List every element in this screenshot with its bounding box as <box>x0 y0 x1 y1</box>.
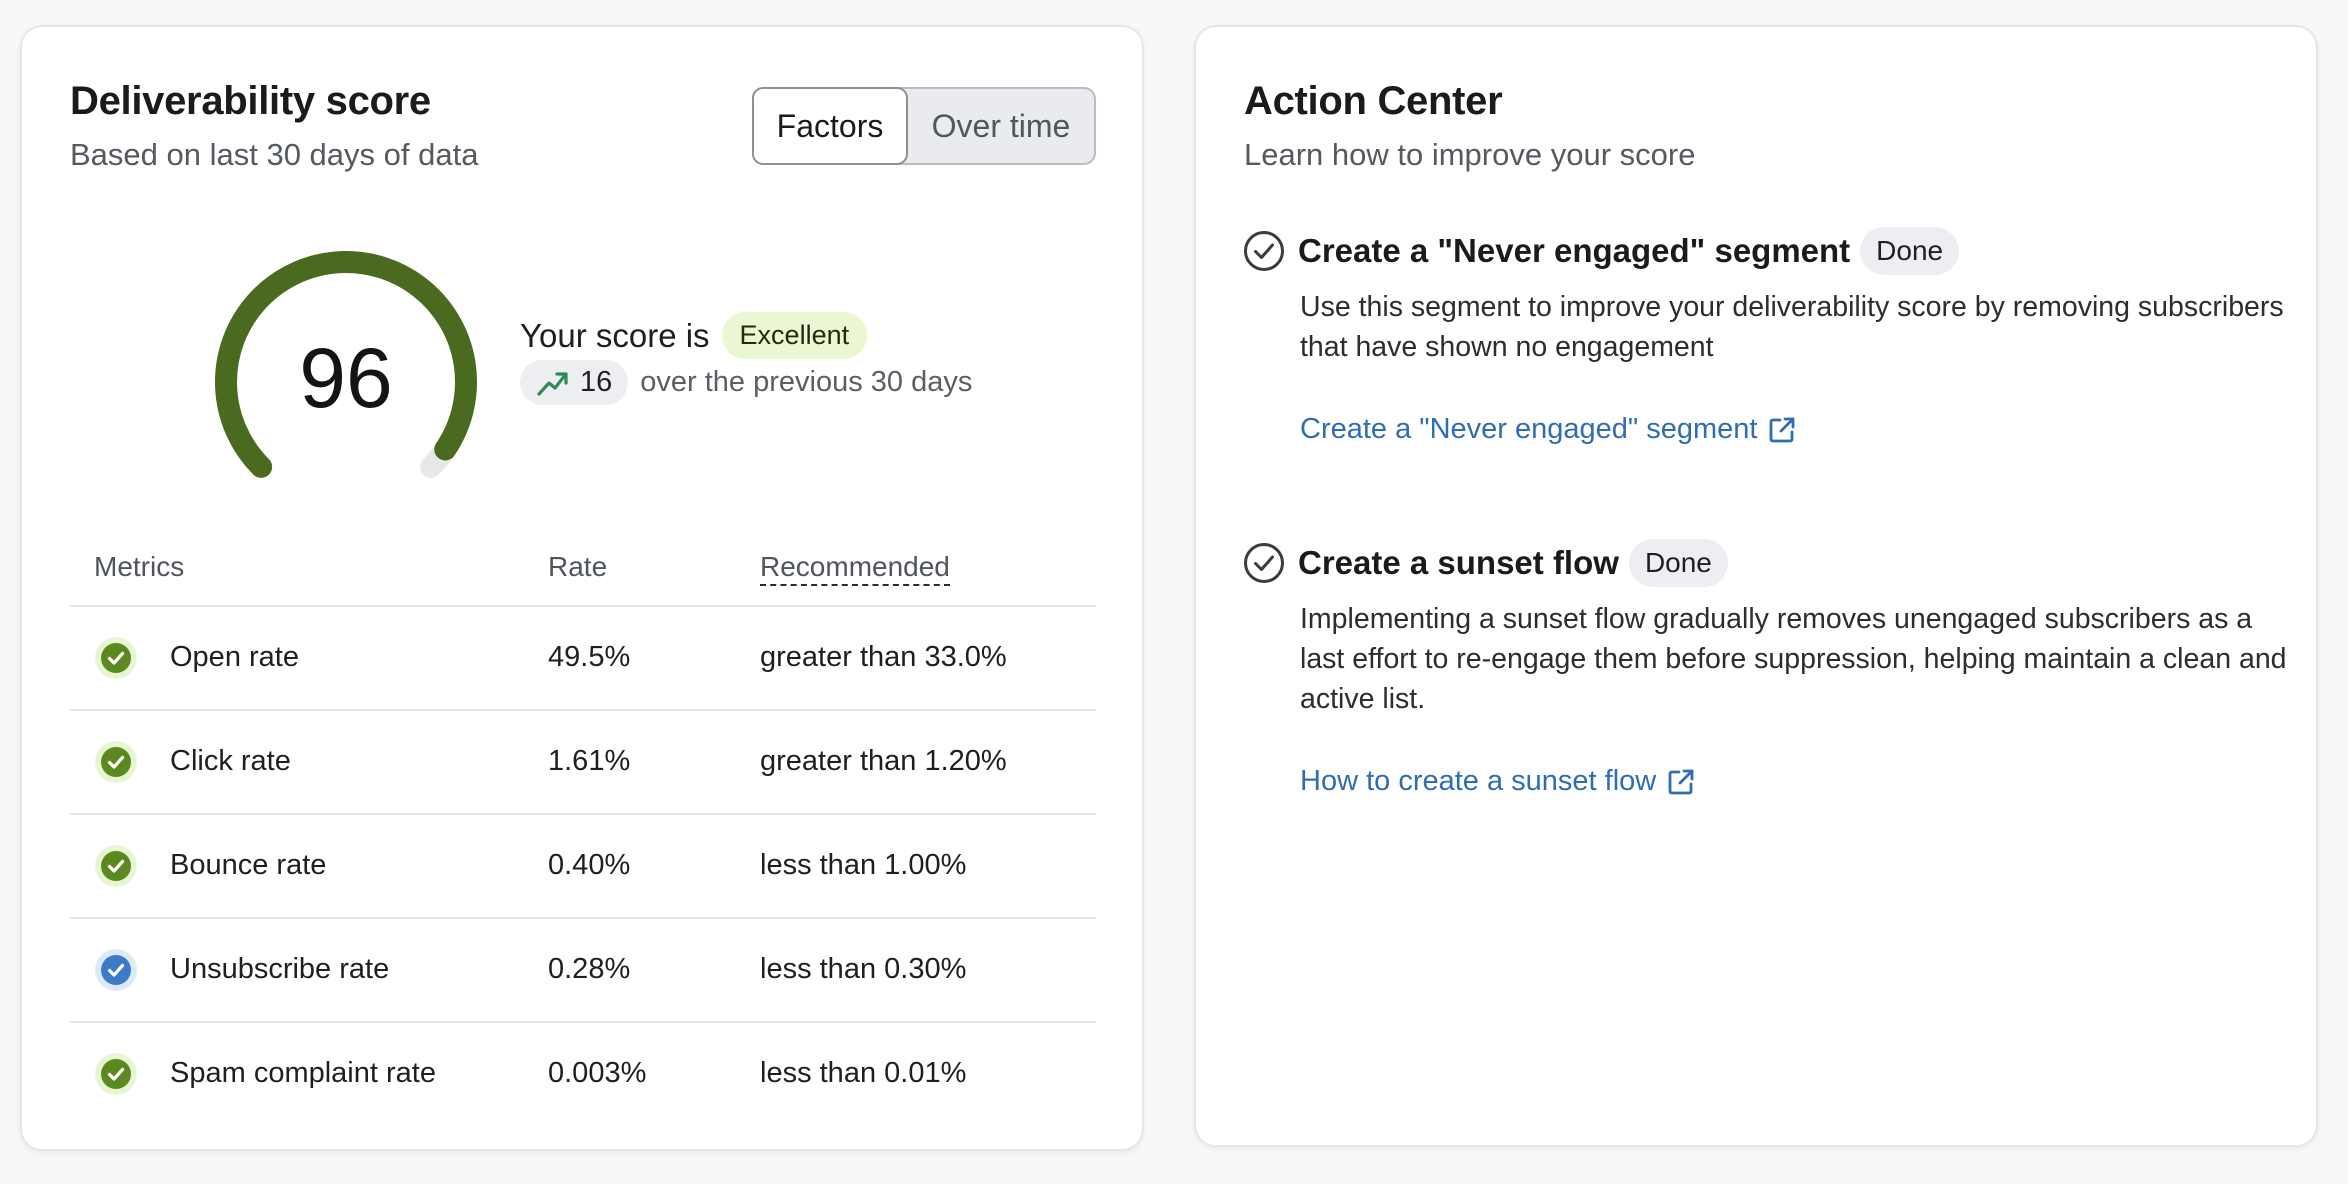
deliverability-subtitle: Based on last 30 days of data <box>70 137 479 172</box>
trend-text: over the previous 30 days <box>640 366 973 398</box>
metric-rate: 1.61% <box>548 745 631 777</box>
metric-recommended: less than 0.30% <box>760 953 967 985</box>
action-item-link-label[interactable]: How to create a sunset flow <box>1300 765 1656 798</box>
check-circle-outline-icon <box>1244 231 1284 271</box>
metric-name: Unsubscribe rate <box>170 953 390 985</box>
action-item-description: Implementing a sunset flow gradually rem… <box>1300 603 2287 715</box>
header-rate: Rate <box>548 551 608 582</box>
deliverability-title: Deliverability score <box>70 79 431 123</box>
check-circle-icon <box>95 741 137 783</box>
trend-change: 16 <box>580 366 613 398</box>
action-item-title: Create a sunset flow <box>1298 544 1619 581</box>
external-link-icon[interactable] <box>1767 415 1797 445</box>
external-link-icon[interactable] <box>1666 767 1696 797</box>
score-trend: 16 over the previous 30 days <box>520 360 972 405</box>
metric-name: Open rate <box>170 641 299 673</box>
metric-recommended: less than 0.01% <box>760 1057 967 1089</box>
deliverability-card: Deliverability score Based on last 30 da… <box>20 25 1144 1151</box>
metric-recommended: greater than 33.0% <box>760 641 1007 673</box>
trend-pill: 16 <box>520 360 629 405</box>
check-circle-icon <box>95 1053 137 1095</box>
metric-recommended: greater than 1.20% <box>760 745 1007 777</box>
metric-recommended: less than 1.00% <box>760 849 967 881</box>
action-item-title: Create a "Never engaged" segment <box>1298 232 1851 269</box>
metrics-table: Metrics Rate Recommended Open rate 49.5% g… <box>70 527 1096 1125</box>
action-item-description: Use this segment to improve your deliver… <box>1300 291 2284 363</box>
metric-rate: 0.003% <box>548 1057 647 1089</box>
metric-name: Spam complaint rate <box>170 1057 436 1089</box>
action-item-link-label[interactable]: Create a "Never engaged" segment <box>1300 413 1757 446</box>
action-center-title: Action Center <box>1244 79 1503 123</box>
score-summary: Your score is Excellent <box>520 312 868 359</box>
metric-name: Bounce rate <box>170 849 327 881</box>
table-row: Unsubscribe rate 0.28% less than 0.30% <box>70 919 1096 1023</box>
toggle-over-time-button[interactable]: Over time <box>908 89 1094 163</box>
check-circle-icon <box>95 949 137 991</box>
action-item-link[interactable]: How to create a sunset flow <box>1300 765 2300 798</box>
action-item-header: Create a sunset flow Done <box>1244 539 2300 587</box>
metric-name: Click rate <box>170 745 291 777</box>
action-item-header: Create a "Never engaged" segment Done <box>1244 227 2300 275</box>
score-gauge: 96 <box>186 222 506 512</box>
toggle-factors-button[interactable]: Factors <box>752 87 908 165</box>
done-badge: Done <box>1860 227 1960 275</box>
action-item: Create a sunset flow Done Implementing a… <box>1244 539 2300 798</box>
table-row: Open rate 49.5% greater than 33.0% <box>70 607 1096 711</box>
table-row: Bounce rate 0.40% less than 1.00% <box>70 815 1096 919</box>
action-center-subtitle: Learn how to improve your score <box>1244 137 1696 172</box>
view-toggle: Factors Over time <box>752 87 1096 165</box>
score-label: Your score is <box>520 316 710 354</box>
table-header: Metrics Rate Recommended <box>70 527 1096 607</box>
metric-rate: 0.40% <box>548 849 631 881</box>
check-circle-icon <box>95 845 137 887</box>
metric-rate: 49.5% <box>548 641 631 673</box>
header-recommended[interactable]: Recommended <box>760 551 950 586</box>
action-center-card: Action Center Learn how to improve your … <box>1194 25 2318 1147</box>
table-row: Spam complaint rate 0.003% less than 0.01% <box>70 1023 1096 1125</box>
trending-up-icon <box>537 371 568 396</box>
rating-badge: Excellent <box>721 312 868 359</box>
done-badge: Done <box>1628 539 1728 587</box>
check-circle-outline-icon <box>1244 543 1284 583</box>
header-metrics: Metrics <box>94 551 185 582</box>
metric-rate: 0.28% <box>548 953 631 985</box>
table-row: Click rate 1.61% greater than 1.20% <box>70 711 1096 815</box>
score-value: 96 <box>299 331 393 425</box>
action-item: Create a "Never engaged" segment Done Us… <box>1244 227 2300 446</box>
check-circle-icon <box>95 637 137 679</box>
action-item-link[interactable]: Create a "Never engaged" segment <box>1300 413 2300 446</box>
